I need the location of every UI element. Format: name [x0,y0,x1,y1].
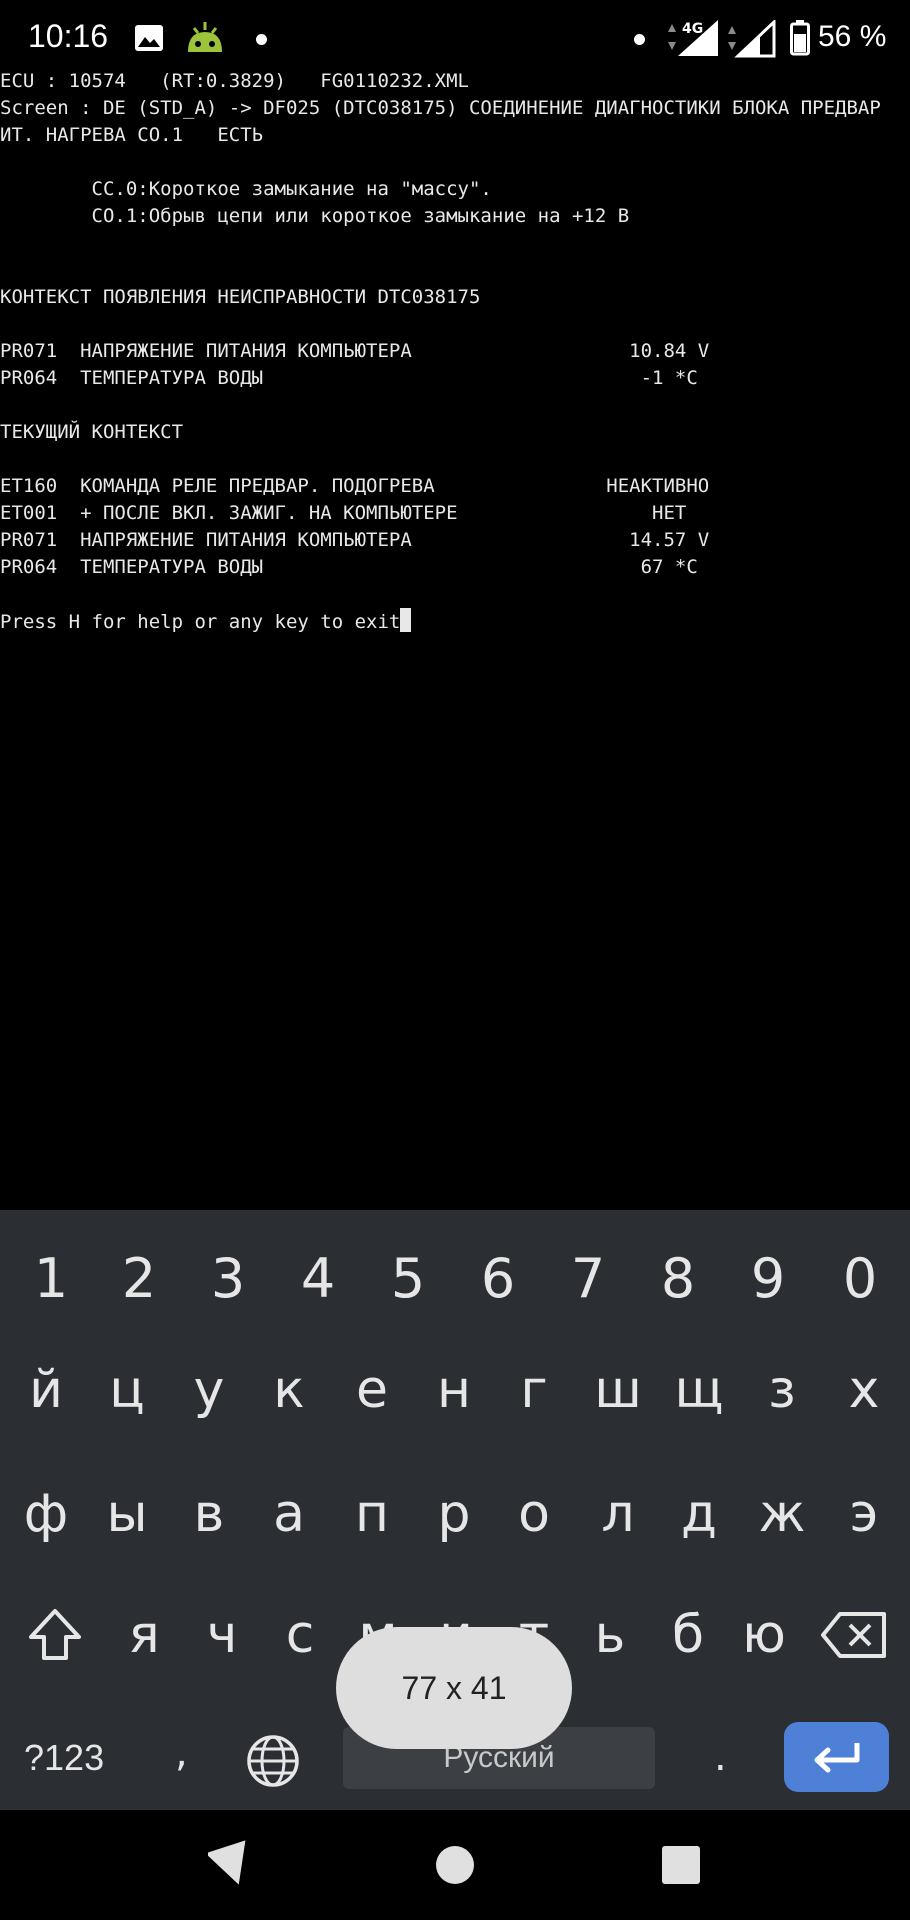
recents-icon[interactable] [662,1846,700,1884]
terminal-line: PR064 ТЕМПЕРАТУРА ВОДЫ 67 *C [0,556,698,578]
enter-icon [814,1743,859,1773]
terminal-size-toast: 77 x 41 [336,1627,572,1749]
terminal-cursor [400,608,412,632]
key-letter[interactable]: н [410,1340,498,1440]
language-key[interactable] [244,1732,302,1790]
key-3[interactable]: 3 [184,1228,272,1328]
period-key[interactable]: . [714,1734,727,1780]
battery-percentage: 56 % [818,20,887,53]
comma-key[interactable]: , [175,1730,188,1776]
terminal-line: ИТ. НАГРЕВА СО.1 ЕСТЬ [0,124,264,146]
key-letter[interactable]: ю [720,1585,808,1685]
key-6[interactable]: 6 [454,1228,542,1328]
terminal-line: PR071 НАПРЯЖЕНИЕ ПИТАНИЯ КОМПЬЮТЕРА 10.8… [0,340,710,362]
key-letter[interactable]: х [820,1340,908,1440]
terminal-line: ТЕКУЩИЙ КОНТЕКСТ [0,421,184,443]
key-letter[interactable]: а [245,1464,333,1564]
key-9[interactable]: 9 [724,1228,812,1328]
key-letter[interactable]: ь [566,1585,654,1685]
terminal-line: PR071 НАПРЯЖЕНИЕ ПИТАНИЯ КОМПЬЮТЕРА 14.5… [0,529,710,551]
key-4[interactable]: 4 [274,1228,362,1328]
terminal-prompt-line: Press H for help or any key to exit [0,608,412,635]
terminal-line: ECU : 10574 (RT:0.3829) FG0110232.XML [0,70,469,92]
key-letter[interactable]: в [165,1464,253,1564]
globe-icon [247,1735,299,1787]
key-letter[interactable]: л [574,1464,662,1564]
terminal-line: ET160 КОМАНДА РЕЛЕ ПРЕДВАР. ПОДОГРЕВА НЕ… [0,475,710,497]
network-type-label: 4G [682,21,703,37]
key-letter[interactable]: э [820,1464,908,1564]
terminal-line: КОНТЕКСТ ПОЯВЛЕНИЯ НЕИСПРАВНОСТИ DTC0381… [0,286,481,308]
key-letter[interactable]: р [410,1464,498,1564]
backspace-icon [821,1612,886,1658]
shift-icon [29,1609,81,1660]
key-letter[interactable]: г [490,1340,578,1440]
key-letter[interactable]: ф [2,1464,90,1564]
battery-icon [790,20,810,56]
terminal-line: Screen : DE (STD_A) -> DF025 (DTC038175)… [0,97,881,119]
signal-strength-icon [728,20,776,58]
terminal-line: ET001 + ПОСЛЕ ВКЛ. ЗАЖИГ. НА КОМПЬЮТЕРЕ … [0,502,687,524]
key-0[interactable]: 0 [816,1228,904,1328]
key-letter[interactable]: у [165,1340,253,1440]
key-letter[interactable]: з [738,1340,826,1440]
key-letter[interactable]: о [490,1464,578,1564]
status-time: 10:16 [28,18,109,54]
key-letter[interactable]: п [328,1464,416,1564]
terminal-prompt: Press H for help or any key to exit [0,611,401,633]
gallery-notification-icon [135,25,163,51]
back-icon[interactable] [208,1840,254,1888]
key-letter[interactable]: е [328,1340,416,1440]
terminal-line: CO.1:Обрыв цепи или короткое замыкание н… [0,205,630,227]
key-letter[interactable]: щ [655,1340,743,1440]
key-letter[interactable]: ч [178,1585,266,1685]
shift-key[interactable] [22,1602,88,1668]
key-letter[interactable]: ш [574,1340,662,1440]
symbols-key[interactable]: ?123 [24,1737,104,1779]
notification-dot-icon [256,34,267,45]
key-letter[interactable]: ж [738,1464,826,1564]
notification-dot-icon [634,34,645,45]
key-2[interactable]: 2 [95,1228,183,1328]
key-letter[interactable]: ы [83,1464,171,1564]
key-letter[interactable]: я [100,1585,188,1685]
backspace-key[interactable] [816,1606,892,1664]
key-letter[interactable]: б [644,1585,732,1685]
key-8[interactable]: 8 [634,1228,722,1328]
enter-key[interactable] [784,1722,889,1792]
key-letter[interactable]: к [245,1340,333,1440]
terminal-line: CC.0:Короткое замыкание на "массу". [0,178,492,200]
terminal-output[interactable]: ECU : 10574 (RT:0.3829) FG0110232.XML Sc… [0,68,910,1210]
key-letter[interactable]: с [256,1585,344,1685]
key-letter[interactable]: й [2,1340,90,1440]
home-icon[interactable] [436,1846,474,1884]
key-5[interactable]: 5 [364,1228,452,1328]
key-letter[interactable]: ц [83,1340,171,1440]
terminal-line: PR064 ТЕМПЕРАТУРА ВОДЫ -1 *C [0,367,698,389]
android-debug-icon [188,22,222,52]
key-7[interactable]: 7 [544,1228,632,1328]
key-1[interactable]: 1 [7,1228,95,1328]
signal-4g-icon: 4G [668,20,718,56]
key-letter[interactable]: д [655,1464,743,1564]
